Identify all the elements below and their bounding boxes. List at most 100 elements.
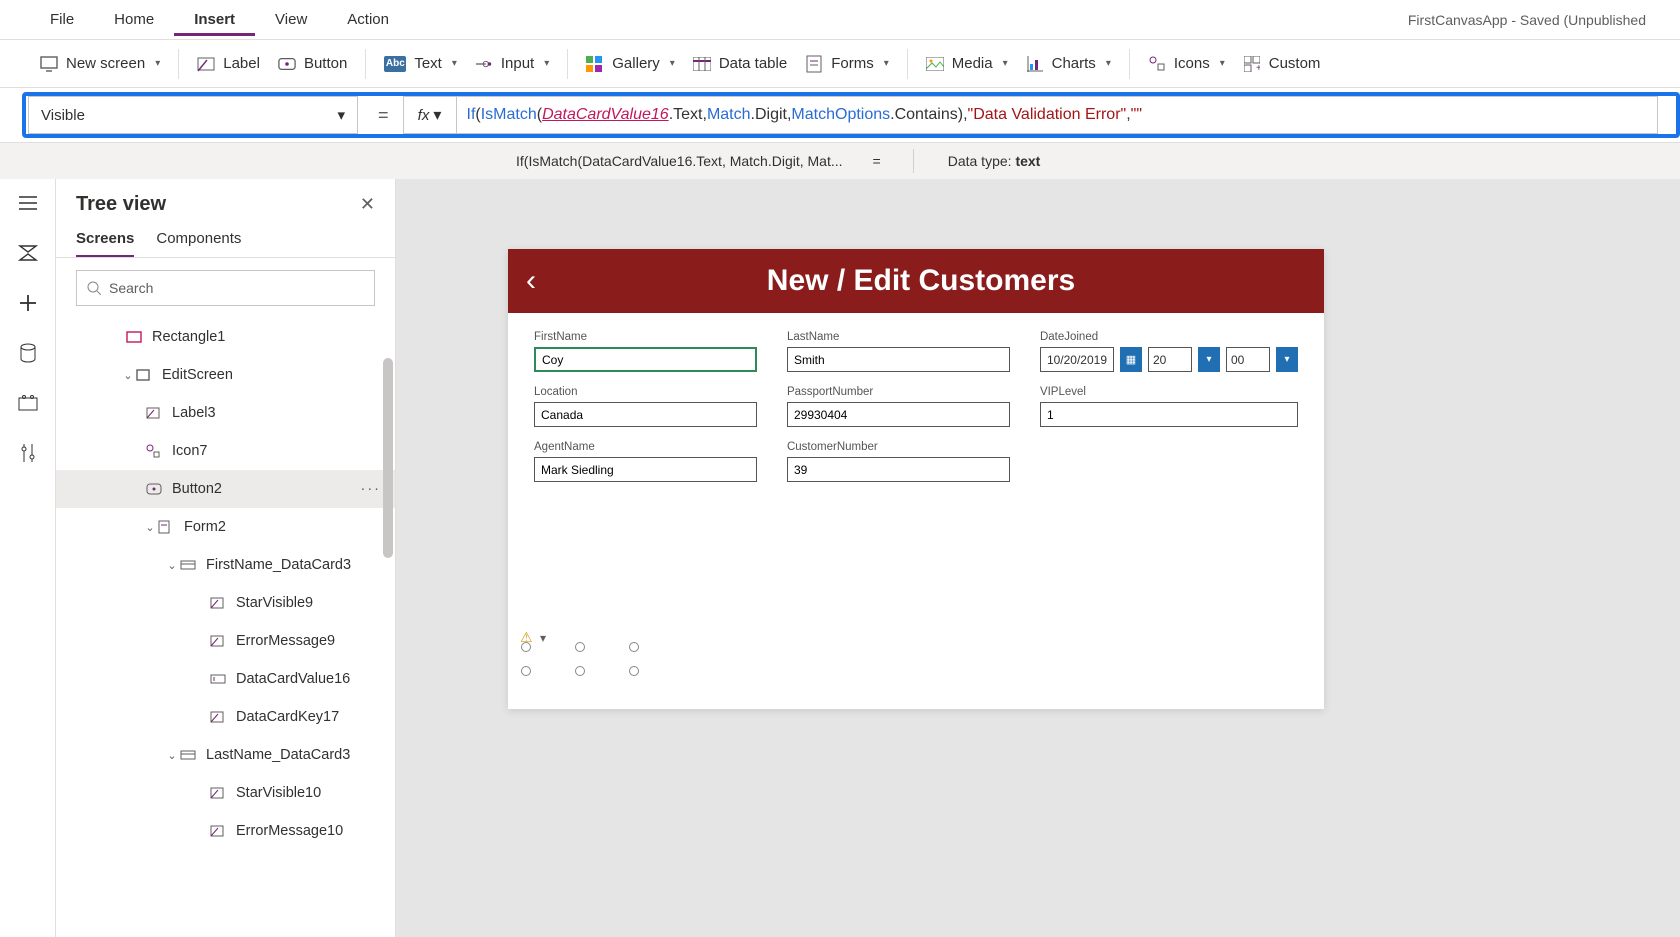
tree-node-errormessage9[interactable]: ErrorMessage9 (56, 622, 395, 660)
caret-icon[interactable]: ⌄ (120, 369, 136, 382)
left-rail (0, 179, 56, 937)
passport-input[interactable] (787, 402, 1010, 427)
menu-home[interactable]: Home (94, 3, 174, 36)
data-type-label: Data type: text (932, 153, 1057, 169)
resize-handle[interactable] (521, 666, 531, 676)
hour-select[interactable]: 20 (1148, 347, 1192, 372)
tree-node-datacardkey17[interactable]: DataCardKey17 (56, 698, 395, 736)
close-pane-button[interactable]: ✕ (360, 194, 375, 215)
label-button[interactable]: Label (197, 55, 260, 73)
advanced-rail-button[interactable] (14, 439, 42, 467)
scrollbar-thumb[interactable] (383, 358, 393, 558)
custom-button[interactable]: + Custom (1243, 55, 1321, 73)
button-icon (278, 55, 296, 73)
button-button[interactable]: Button (278, 55, 347, 73)
node-label: Label3 (172, 405, 216, 421)
custnum-input[interactable] (787, 457, 1010, 482)
property-dropdown[interactable]: Visible ▾ (28, 96, 358, 134)
tree-node-form2[interactable]: ⌄Form2 (56, 508, 395, 546)
search-icon (87, 281, 101, 295)
media-rail-button[interactable] (14, 389, 42, 417)
chevron-down-icon: ▾ (337, 106, 345, 124)
tab-screens[interactable]: Screens (76, 222, 134, 257)
node-type-icon (210, 825, 230, 837)
chevron-down-icon[interactable]: ▾ (1198, 347, 1220, 372)
chevron-down-icon[interactable]: ▾ (540, 631, 546, 645)
field-custnum: CustomerNumber (787, 441, 1010, 482)
forms-btn-label: Forms (831, 55, 874, 72)
node-type-icon (146, 444, 166, 458)
gallery-button[interactable]: Gallery ▾ (586, 55, 675, 73)
tree-node-starvisible9[interactable]: StarVisible9 (56, 584, 395, 622)
design-canvas[interactable]: ‹ New / Edit Customers FirstName LastNam… (396, 179, 1680, 937)
resize-handle[interactable] (575, 666, 585, 676)
hamburger-button[interactable] (14, 189, 42, 217)
menu-file[interactable]: File (30, 3, 94, 36)
tree-node-button2[interactable]: Button2··· (56, 470, 395, 508)
viplevel-label: VIPLevel (1040, 386, 1298, 398)
caret-icon[interactable]: ⌄ (164, 749, 180, 762)
firstname-input[interactable] (534, 347, 757, 372)
node-label: ErrorMessage9 (236, 633, 335, 649)
chevron-down-icon: ▾ (1106, 58, 1111, 69)
icons-button[interactable]: Icons ▾ (1148, 55, 1225, 73)
resize-handle[interactable] (575, 642, 585, 652)
tree-node-editscreen[interactable]: ⌄EditScreen (56, 356, 395, 394)
firstname-label: FirstName (534, 331, 757, 343)
chevron-down-icon: ▾ (452, 58, 457, 69)
menu-view[interactable]: View (255, 3, 327, 36)
custnum-label: CustomerNumber (787, 441, 1010, 453)
minute-select[interactable]: 00 (1226, 347, 1270, 372)
tree-node-errormessage10[interactable]: ErrorMessage10 (56, 812, 395, 850)
tree-view-rail-button[interactable] (14, 239, 42, 267)
charts-icon (1026, 55, 1044, 73)
calendar-icon[interactable]: ▦ (1120, 347, 1142, 372)
location-input[interactable] (534, 402, 757, 427)
resize-handle[interactable] (629, 642, 639, 652)
tree-body: Rectangle1⌄EditScreen Label3 Icon7Button2·… (56, 318, 395, 937)
formula-input[interactable]: If(IsMatch(DataCardValue16.Text, Match.D… (457, 96, 1658, 134)
data-rail-button[interactable] (14, 339, 42, 367)
node-type-icon (210, 674, 230, 684)
formula-preview: If(IsMatch(DataCardValue16.Text, Match.D… (500, 153, 859, 169)
tree-node-firstname_datacard3[interactable]: ⌄FirstName_DataCard3 (56, 546, 395, 584)
fx-dropdown[interactable]: fx ▾ (403, 96, 457, 134)
caret-icon[interactable]: ⌄ (164, 559, 180, 572)
node-type-icon (210, 787, 230, 799)
date-input[interactable]: 10/20/2019 (1040, 347, 1114, 372)
tree-node-label3[interactable]: Label3 (56, 394, 395, 432)
new-screen-button[interactable]: New screen ▾ (40, 55, 160, 73)
menu-insert[interactable]: Insert (174, 3, 255, 36)
data-table-button[interactable]: Data table (693, 55, 787, 73)
search-input[interactable]: Search (76, 270, 375, 306)
back-button[interactable]: ‹ (526, 264, 536, 298)
tree-node-icon7[interactable]: Icon7 (56, 432, 395, 470)
input-button[interactable]: Input ▾ (475, 55, 549, 73)
resize-handle[interactable] (521, 642, 531, 652)
field-datejoined: DateJoined 10/20/2019 ▦ 20 ▾ 00 ▾ (1040, 331, 1298, 372)
node-type-icon (126, 331, 146, 343)
resize-handle[interactable] (629, 666, 639, 676)
tree-node-datacardvalue16[interactable]: DataCardValue16 (56, 660, 395, 698)
button-btn-label: Button (304, 55, 347, 72)
selection-rect[interactable] (526, 647, 634, 671)
tree-node-lastname_datacard3[interactable]: ⌄LastName_DataCard3 (56, 736, 395, 774)
tree-node-rectangle1[interactable]: Rectangle1 (56, 318, 395, 356)
icons-btn-label: Icons (1174, 55, 1210, 72)
menu-action[interactable]: Action (327, 3, 409, 36)
node-type-icon (158, 520, 178, 534)
agentname-input[interactable] (534, 457, 757, 482)
text-button[interactable]: Abc Text ▾ (384, 55, 457, 72)
caret-icon[interactable]: ⌄ (142, 521, 158, 534)
media-button[interactable]: Media ▾ (926, 55, 1008, 73)
node-type-icon (146, 483, 166, 495)
forms-icon (805, 55, 823, 73)
viplevel-input[interactable] (1040, 402, 1298, 427)
lastname-input[interactable] (787, 347, 1010, 372)
tree-node-starvisible10[interactable]: StarVisible10 (56, 774, 395, 812)
tab-components[interactable]: Components (156, 222, 241, 257)
insert-rail-button[interactable] (14, 289, 42, 317)
chevron-down-icon[interactable]: ▾ (1276, 347, 1298, 372)
charts-button[interactable]: Charts ▾ (1026, 55, 1111, 73)
forms-button[interactable]: Forms ▾ (805, 55, 889, 73)
